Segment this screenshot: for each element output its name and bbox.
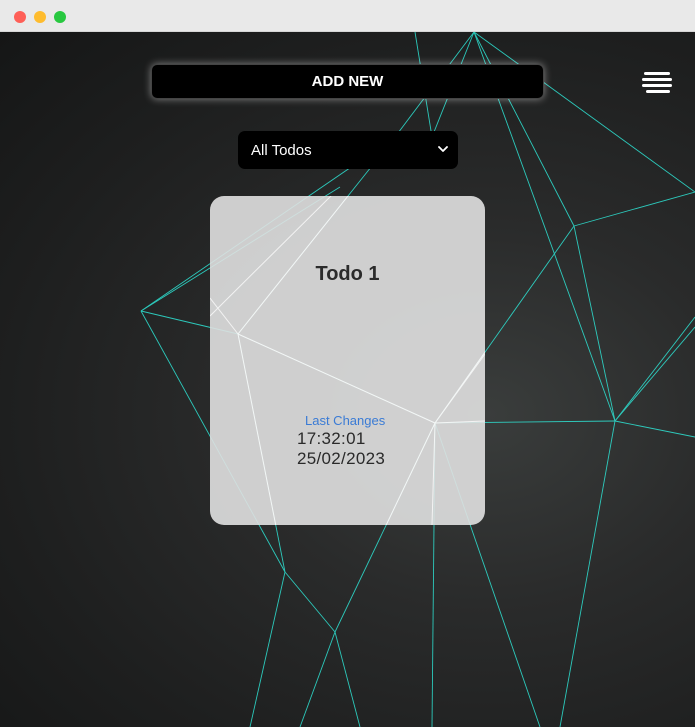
- chevron-down-icon: [438, 146, 448, 152]
- add-new-button[interactable]: ADD NEW: [151, 64, 544, 99]
- maximize-window-button[interactable]: [54, 11, 66, 23]
- todo-filter-select[interactable]: All Todos: [238, 131, 458, 169]
- close-window-button[interactable]: [14, 11, 26, 23]
- filter-selected-value: All Todos: [251, 141, 312, 159]
- last-changed-date: 25/02/2023: [297, 449, 386, 468]
- last-changes-label: Last Changes: [305, 413, 386, 428]
- app-window: ADD NEW All Todos Todo 1 Last Changes 17…: [0, 0, 695, 727]
- todo-card[interactable]: Todo 1 Last Changes 17:32:01 25/02/2023: [210, 196, 485, 525]
- todo-title: Todo 1: [315, 263, 380, 285]
- last-changed-time: 17:32:01: [297, 429, 366, 448]
- minimize-window-button[interactable]: [34, 11, 46, 23]
- card-network-pattern: [210, 196, 485, 525]
- title-bar: [0, 0, 695, 32]
- main-content: ADD NEW All Todos Todo 1 Last Changes 17…: [0, 32, 695, 727]
- hamburger-menu-icon[interactable]: [642, 70, 672, 94]
